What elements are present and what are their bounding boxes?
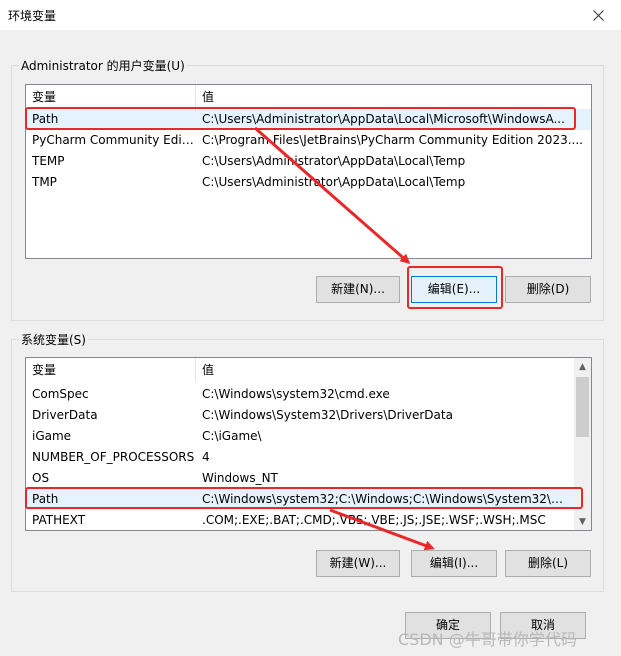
variable-value: C:\Windows\system32;C:\Windows;C:\Window…: [202, 492, 572, 506]
variable-value: C:\Users\Administrator\AppData\Local\Tem…: [202, 175, 466, 189]
scroll-up-icon[interactable]: ▲: [574, 358, 591, 375]
column-header-value[interactable]: 值: [196, 358, 214, 382]
table-row[interactable]: NUMBER_OF_PROCESSORS 4: [26, 447, 574, 468]
variable-name: TMP: [32, 175, 57, 189]
variable-name: OS: [32, 471, 50, 485]
variable-value: .COM;.EXE;.BAT;.CMD;.VBS;.VBE;.JS;.JSE;.…: [202, 513, 546, 527]
variable-name: Path: [32, 492, 59, 506]
vertical-scrollbar[interactable]: ▲ ▼: [574, 358, 591, 530]
user-variables-list[interactable]: 变量 值 Path C:\Users\Administrator\AppData…: [25, 84, 592, 259]
table-row[interactable]: PATHEXT .COM;.EXE;.BAT;.CMD;.VBS;.VBE;.J…: [26, 510, 574, 530]
close-icon: [592, 9, 604, 21]
window-title: 环境变量: [8, 9, 57, 23]
variable-name: ComSpec: [32, 387, 89, 401]
variable-value: 4: [202, 450, 210, 464]
variable-name: NUMBER_OF_PROCESSORS: [32, 450, 195, 464]
system-delete-button[interactable]: 删除(L): [505, 550, 591, 577]
variable-value: C:\Users\Administrator\AppData\Local\Tem…: [202, 154, 466, 168]
list-header: 变量 值: [26, 358, 574, 382]
system-new-button[interactable]: 新建(W)...: [316, 550, 400, 577]
watermark: CSDN @牛哥带你学代码: [398, 630, 577, 649]
variable-name: Path: [32, 112, 59, 126]
table-row[interactable]: DriverData C:\Windows\System32\Drivers\D…: [26, 405, 574, 426]
close-button[interactable]: [575, 0, 621, 30]
user-edit-button[interactable]: 编辑(E)...: [411, 276, 497, 303]
table-row[interactable]: iGame C:\iGame\: [26, 426, 574, 447]
variable-value: C:\Users\Administrator\AppData\Local\Mic…: [202, 112, 565, 126]
column-header-variable[interactable]: 变量: [26, 358, 56, 382]
system-edit-button[interactable]: 编辑(I)...: [411, 550, 497, 577]
table-row[interactable]: OS Windows_NT: [26, 468, 574, 489]
table-row[interactable]: TEMP C:\Users\Administrator\AppData\Loca…: [26, 151, 591, 172]
title-bar: 环境变量: [0, 0, 621, 30]
variable-name: DriverData: [32, 408, 98, 422]
table-row[interactable]: Path C:\Users\Administrator\AppData\Loca…: [26, 109, 591, 130]
variable-name: TEMP: [32, 154, 65, 168]
system-variables-list[interactable]: 变量 值 ComSpec C:\Windows\system32\cmd.exe…: [25, 357, 592, 531]
table-row[interactable]: ComSpec C:\Windows\system32\cmd.exe: [26, 384, 574, 405]
table-row[interactable]: PyCharm Community Editi... C:\Program Fi…: [26, 130, 591, 151]
variable-value: C:\Windows\system32\cmd.exe: [202, 387, 390, 401]
table-row[interactable]: Path C:\Windows\system32;C:\Windows;C:\W…: [26, 489, 574, 510]
user-delete-button[interactable]: 删除(D): [505, 276, 591, 303]
variable-value: Windows_NT: [202, 471, 278, 485]
variable-name: PyCharm Community Editi...: [32, 133, 195, 147]
variable-value: C:\Windows\System32\Drivers\DriverData: [202, 408, 453, 422]
variable-name: PATHEXT: [32, 513, 86, 527]
column-header-variable[interactable]: 变量: [26, 85, 56, 109]
user-new-button[interactable]: 新建(N)...: [316, 276, 400, 303]
variable-value: C:\iGame\: [202, 429, 262, 443]
list-header: 变量 值: [26, 85, 591, 109]
column-header-value[interactable]: 值: [196, 85, 214, 109]
scroll-thumb[interactable]: [576, 377, 589, 437]
variable-value: C:\Program Files\JetBrains\PyCharm Commu…: [202, 133, 583, 147]
scroll-down-icon[interactable]: ▼: [574, 513, 591, 530]
user-variables-label: Administrator 的用户变量(U): [19, 57, 187, 74]
system-variables-label: 系统变量(S): [19, 331, 88, 348]
table-row[interactable]: TMP C:\Users\Administrator\AppData\Local…: [26, 172, 591, 193]
variable-name: iGame: [32, 429, 72, 443]
